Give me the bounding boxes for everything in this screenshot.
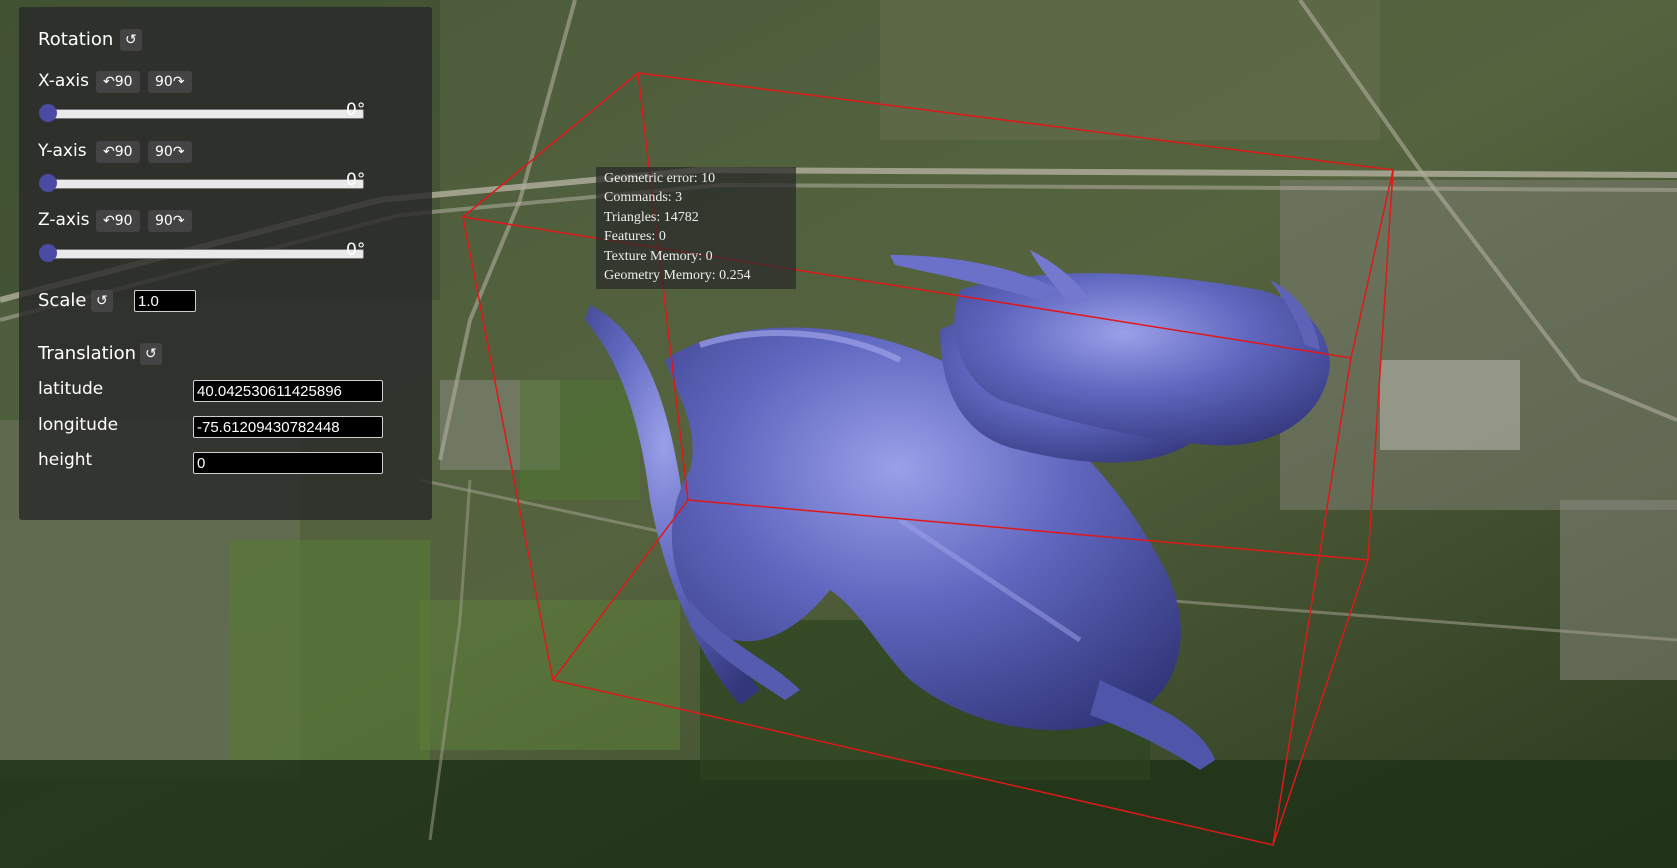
stat-commands: Commands: 3 <box>604 190 683 206</box>
y-axis-slider[interactable] <box>39 174 364 192</box>
z-axis-label: Z-axis <box>38 210 90 230</box>
x-axis-slider[interactable] <box>39 104 364 122</box>
longitude-label: longitude <box>38 415 119 435</box>
y-rotate-ccw-button[interactable]: ↶90 <box>96 141 140 163</box>
scale-input[interactable] <box>134 290 196 312</box>
y-axis-slider-thumb[interactable] <box>39 174 57 192</box>
longitude-input[interactable] <box>193 416 383 438</box>
reset-icon: ↺ <box>125 32 137 48</box>
tile-statistics-panel: Geometric error: 10 Commands: 3 Triangle… <box>596 167 796 289</box>
latitude-input[interactable] <box>193 380 383 402</box>
stat-geometric-error: Geometric error: 10 <box>604 171 716 186</box>
z-rotate-ccw-button[interactable]: ↶90 <box>96 210 140 232</box>
rotation-title: Rotation <box>38 29 114 50</box>
z-axis-value: 0° <box>346 240 366 260</box>
translation-reset-button[interactable]: ↺ <box>140 343 162 365</box>
rotation-reset-button[interactable]: ↺ <box>120 29 142 51</box>
x-rotate-ccw-button[interactable]: ↶90 <box>96 71 140 93</box>
translation-title: Translation <box>38 343 137 364</box>
z-rotate-cw-button[interactable]: 90↷ <box>148 210 192 232</box>
y-axis-label: Y-axis <box>38 141 87 161</box>
y-rotate-cw-button[interactable]: 90↷ <box>148 141 192 163</box>
stat-triangles: Triangles: 14782 <box>604 209 699 225</box>
x-rotate-cw-button[interactable]: 90↷ <box>148 71 192 93</box>
latitude-label: latitude <box>38 379 104 399</box>
transform-control-panel: Rotation ↺ X-axis ↶90 90↷ 0° Y-axis ↶90 … <box>19 7 432 520</box>
scale-reset-button[interactable]: ↺ <box>91 290 113 312</box>
height-label: height <box>38 450 93 470</box>
x-axis-slider-thumb[interactable] <box>39 104 57 122</box>
x-axis-label: X-axis <box>38 71 89 91</box>
z-axis-slider-thumb[interactable] <box>39 244 57 262</box>
reset-icon: ↺ <box>96 293 108 309</box>
stat-features: Features: 0 <box>604 229 666 245</box>
height-input[interactable] <box>193 452 383 474</box>
scale-label: Scale <box>38 290 87 311</box>
z-axis-slider[interactable] <box>39 244 364 262</box>
stat-geometry-memory: Geometry Memory: 0.254 <box>604 268 751 284</box>
reset-icon: ↺ <box>145 346 157 362</box>
y-axis-value: 0° <box>346 170 366 190</box>
stat-texture-memory: Texture Memory: 0 <box>604 248 713 264</box>
x-axis-value: 0° <box>346 100 366 120</box>
